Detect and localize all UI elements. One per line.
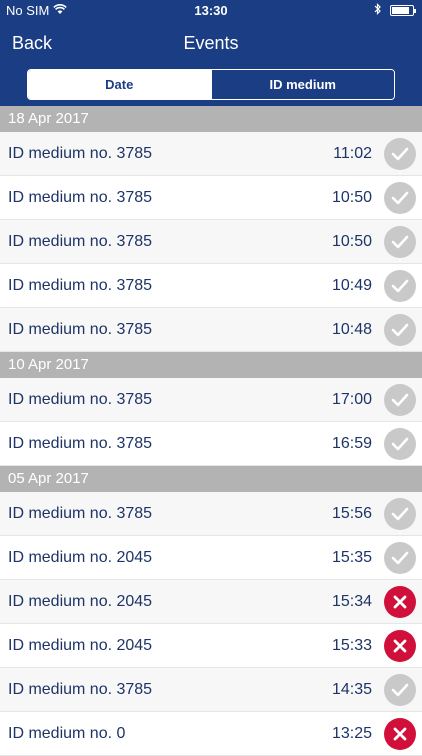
event-time: 15:56 — [331, 505, 372, 522]
date-section: 18 Apr 2017 ID medium no. 3785 11:02 ID med… — [0, 106, 422, 352]
checkmark-icon — [384, 498, 416, 530]
checkmark-icon — [384, 138, 416, 170]
date-section: 05 Apr 2017 ID medium no. 3785 15:56 ID med… — [0, 466, 422, 756]
event-time: 10:50 — [331, 189, 372, 206]
event-label: ID medium no. 2045 — [8, 593, 153, 610]
status-right — [374, 3, 416, 18]
bluetooth-icon — [374, 3, 382, 18]
event-label: ID medium no. 3785 — [8, 681, 153, 698]
checkmark-icon — [384, 384, 416, 416]
event-label: ID medium no. 2045 — [8, 637, 153, 654]
battery-fill — [392, 7, 409, 14]
section-header-date: 05 Apr 2017 — [0, 466, 422, 492]
event-label: ID medium no. 3785 — [8, 435, 153, 452]
event-row[interactable]: ID medium no. 3785 14:35 — [0, 668, 422, 712]
event-label: ID medium no. 3785 — [8, 277, 153, 294]
segmented-control: Date ID medium — [27, 69, 395, 100]
event-row[interactable]: ID medium no. 3785 17:00 — [0, 378, 422, 422]
event-label: ID medium no. 3785 — [8, 391, 153, 408]
event-time: 15:34 — [331, 593, 372, 610]
event-time: 13:25 — [331, 725, 372, 742]
event-label: ID medium no. 3785 — [8, 145, 153, 162]
event-label: ID medium no. 3785 — [8, 505, 153, 522]
event-label: ID medium no. 3785 — [8, 321, 153, 338]
event-row[interactable]: ID medium no. 3785 15:56 — [0, 492, 422, 536]
section-header-date: 10 Apr 2017 — [0, 352, 422, 378]
date-section: 10 Apr 2017 ID medium no. 3785 17:00 ID med… — [0, 352, 422, 466]
page-title: Events — [183, 33, 239, 53]
event-row[interactable]: ID medium no. 0 13:25 — [0, 712, 422, 756]
events-list: 18 Apr 2017 ID medium no. 3785 11:02 ID med… — [0, 106, 422, 756]
event-row[interactable]: ID medium no. 3785 10:48 — [0, 308, 422, 352]
event-label: ID medium no. 0 — [8, 725, 126, 742]
cross-icon — [384, 630, 416, 662]
event-time: 17:00 — [331, 391, 372, 408]
event-time: 16:59 — [331, 435, 372, 452]
checkmark-icon — [384, 314, 416, 346]
event-time: 10:50 — [331, 233, 372, 250]
segment-date[interactable]: Date — [28, 70, 211, 99]
status-bar: No SIM 13:30 — [0, 0, 422, 22]
event-time: 15:35 — [331, 549, 372, 566]
status-time: 13:30 — [194, 3, 228, 18]
event-time: 10:49 — [331, 277, 372, 294]
checkmark-icon — [384, 428, 416, 460]
section-header-date: 18 Apr 2017 — [0, 106, 422, 132]
event-row[interactable]: ID medium no. 3785 11:02 — [0, 132, 422, 176]
event-time: 15:33 — [331, 637, 372, 654]
event-row[interactable]: ID medium no. 3785 10:50 — [0, 176, 422, 220]
checkmark-icon — [384, 674, 416, 706]
event-time: 14:35 — [331, 681, 372, 698]
event-row[interactable]: ID medium no. 2045 15:34 — [0, 580, 422, 624]
header: No SIM 13:30 Back Events Date ID medium — [0, 0, 422, 106]
cross-icon — [384, 718, 416, 750]
event-label: ID medium no. 3785 — [8, 233, 153, 250]
event-label: ID medium no. 2045 — [8, 549, 153, 566]
event-row[interactable]: ID medium no. 2045 15:35 — [0, 536, 422, 580]
checkmark-icon — [384, 270, 416, 302]
cross-icon — [384, 586, 416, 618]
event-time: 10:48 — [331, 321, 372, 338]
battery-icon — [390, 5, 416, 16]
segment-id-medium[interactable]: ID medium — [210, 70, 394, 99]
event-row[interactable]: ID medium no. 3785 10:50 — [0, 220, 422, 264]
checkmark-icon — [384, 182, 416, 214]
checkmark-icon — [384, 542, 416, 574]
event-time: 11:02 — [333, 145, 372, 162]
event-row[interactable]: ID medium no. 3785 10:49 — [0, 264, 422, 308]
event-label: ID medium no. 3785 — [8, 189, 153, 206]
checkmark-icon — [384, 226, 416, 258]
event-row[interactable]: ID medium no. 2045 15:33 — [0, 624, 422, 668]
event-row[interactable]: ID medium no. 3785 16:59 — [0, 422, 422, 466]
